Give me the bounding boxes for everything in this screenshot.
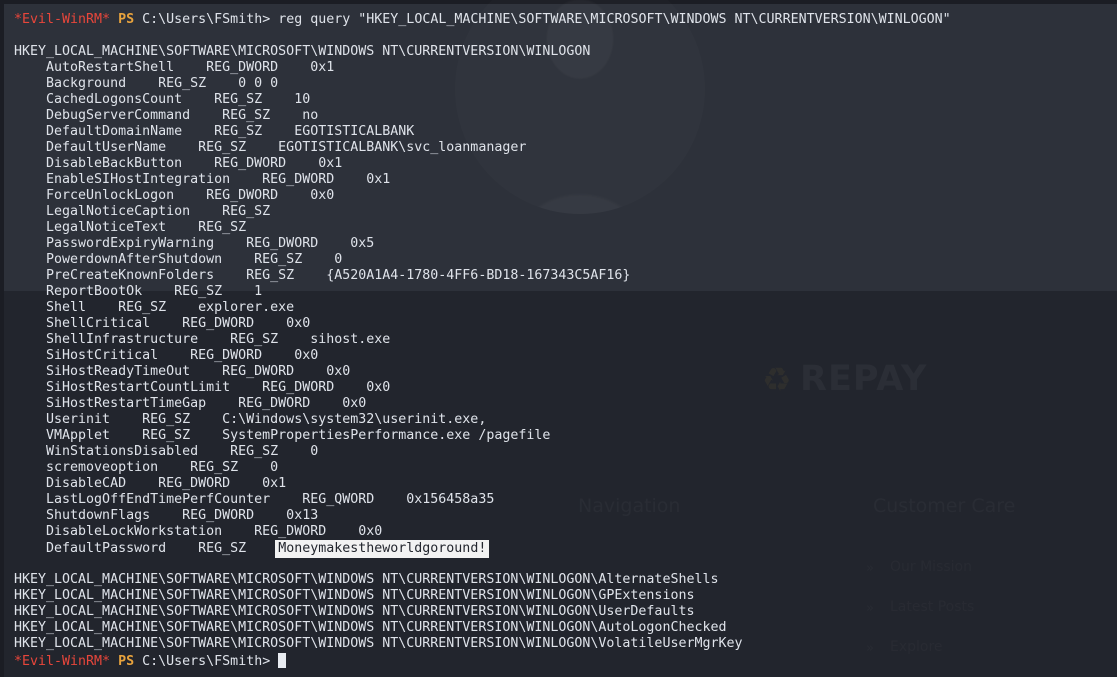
registry-entry-row: SiHostCritical REG_DWORD 0x0 <box>14 348 319 363</box>
registry-entry-row: scremoveoption REG_SZ 0 <box>14 460 279 475</box>
registry-entry-row: Shell REG_SZ explorer.exe <box>14 300 295 315</box>
registry-subkey-row: HKEY_LOCAL_MACHINE\SOFTWARE\MICROSOFT\WI… <box>14 588 695 603</box>
registry-entry-row: AutoRestartShell REG_DWORD 0x1 <box>14 60 335 75</box>
registry-entry-row: DisableLockWorkstation REG_DWORD 0x0 <box>14 524 383 539</box>
default-password-label: DefaultPassword REG_SZ <box>14 541 279 556</box>
command-prompt-line: *Evil-WinRM* PS C:\Users\FSmith> reg que… <box>14 12 951 28</box>
registry-entry-row: DisableBackButton REG_DWORD 0x1 <box>14 156 343 171</box>
registry-entry-default-password: DefaultPassword REG_SZ Moneymakestheworl… <box>14 540 490 558</box>
prompt-path: C:\Users\FSmith> <box>142 654 271 669</box>
registry-subkey-row: HKEY_LOCAL_MACHINE\SOFTWARE\MICROSOFT\WI… <box>14 572 719 587</box>
registry-entry-row: ShellInfrastructure REG_SZ sihost.exe <box>14 332 391 347</box>
prompt-host: *Evil-WinRM* <box>14 12 111 27</box>
registry-entry-row: ShellCritical REG_DWORD 0x0 <box>14 316 311 331</box>
registry-entry-row: LegalNoticeCaption REG_SZ <box>14 204 271 219</box>
registry-entry-row: CachedLogonsCount REG_SZ 10 <box>14 92 311 107</box>
registry-entry-row: PasswordExpiryWarning REG_DWORD 0x5 <box>14 236 375 251</box>
prompt-host: *Evil-WinRM* <box>14 654 111 669</box>
registry-entry-row: Background REG_SZ 0 0 0 <box>14 76 279 91</box>
registry-entry-row: DefaultUserName REG_SZ EGOTISTICALBANK\s… <box>14 140 527 155</box>
text-cursor[interactable] <box>278 653 287 668</box>
prompt-shell: PS <box>118 12 135 27</box>
registry-key-header: HKEY_LOCAL_MACHINE\SOFTWARE\MICROSOFT\WI… <box>14 44 591 59</box>
terminal-output-area[interactable]: *Evil-WinRM* PS C:\Users\FSmith> reg que… <box>0 0 1117 677</box>
default-password-value-highlight: Moneymakestheworldgoround! <box>275 540 490 558</box>
active-prompt-line[interactable]: *Evil-WinRM* PS C:\Users\FSmith> <box>14 653 287 669</box>
registry-entry-row: PowerdownAfterShutdown REG_SZ 0 <box>14 252 343 267</box>
registry-entry-row: SiHostRestartCountLimit REG_DWORD 0x0 <box>14 380 391 395</box>
registry-subkey-row: HKEY_LOCAL_MACHINE\SOFTWARE\MICROSOFT\WI… <box>14 636 743 651</box>
registry-subkey-row: HKEY_LOCAL_MACHINE\SOFTWARE\MICROSOFT\WI… <box>14 620 727 635</box>
command-text: reg query "HKEY_LOCAL_MACHINE\SOFTWARE\M… <box>270 12 951 27</box>
registry-entry-row: DefaultDomainName REG_SZ EGOTISTICALBANK <box>14 124 415 139</box>
registry-entry-row: VMApplet REG_SZ SystemPropertiesPerforma… <box>14 428 551 443</box>
registry-entry-row: SiHostRestartTimeGap REG_DWORD 0x0 <box>14 396 367 411</box>
registry-entry-row: PreCreateKnownFolders REG_SZ {A520A1A4-1… <box>14 268 631 283</box>
prompt-path: C:\Users\FSmith> <box>142 12 271 27</box>
registry-entry-row: DisableCAD REG_DWORD 0x1 <box>14 476 287 491</box>
registry-entry-row: DebugServerCommand REG_SZ no <box>14 108 319 123</box>
registry-entry-row: ForceUnlockLogon REG_DWORD 0x0 <box>14 188 335 203</box>
registry-entry-row: SiHostReadyTimeOut REG_DWORD 0x0 <box>14 364 351 379</box>
registry-entry-row: LastLogOffEndTimePerfCounter REG_QWORD 0… <box>14 492 495 507</box>
registry-subkey-row: HKEY_LOCAL_MACHINE\SOFTWARE\MICROSOFT\WI… <box>14 604 695 619</box>
terminal-window[interactable]: ♻ REPAY Navigation Customer Care » Our M… <box>0 0 1117 677</box>
window-left-edge <box>0 0 4 677</box>
registry-entry-row: Userinit REG_SZ C:\Windows\system32\user… <box>14 412 487 427</box>
registry-entry-row: LegalNoticeText REG_SZ <box>14 220 247 235</box>
registry-entry-row: ReportBootOk REG_SZ 1 <box>14 284 263 299</box>
prompt-shell: PS <box>118 654 135 669</box>
registry-entry-row: ShutdownFlags REG_DWORD 0x13 <box>14 508 319 523</box>
registry-entry-row: EnableSIHostIntegration REG_DWORD 0x1 <box>14 172 391 187</box>
registry-entry-row: WinStationsDisabled REG_SZ 0 <box>14 444 319 459</box>
